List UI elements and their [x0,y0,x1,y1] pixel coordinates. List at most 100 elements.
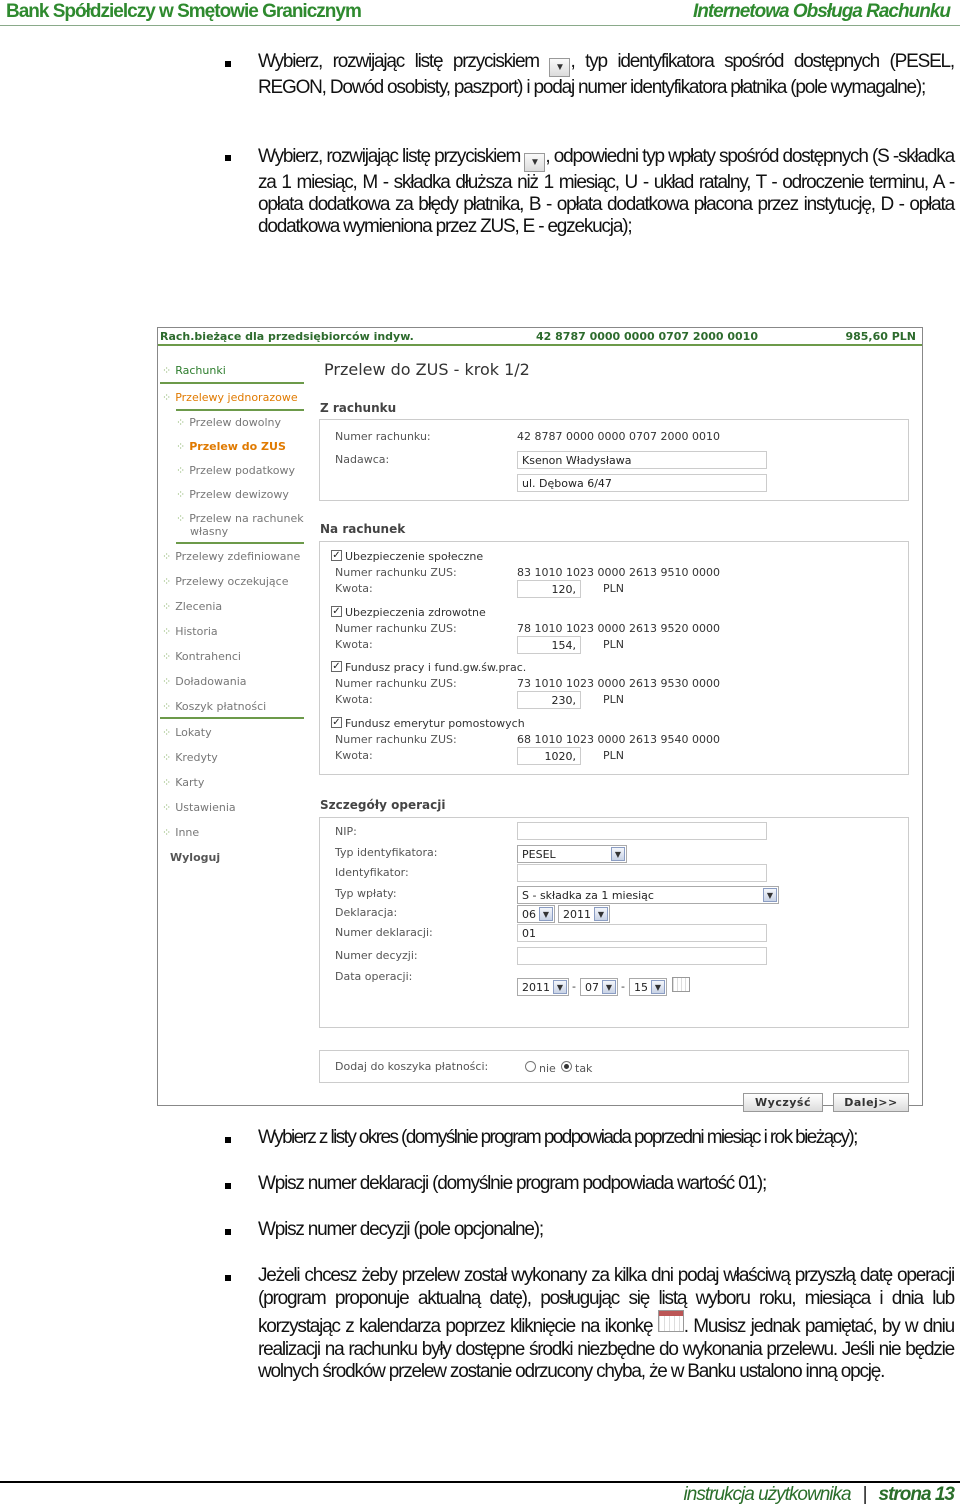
declaration-label: Deklaracja: [335,906,398,919]
item-1-amount-field[interactable]: 120, [517,580,581,598]
arrow-icon: ⁘ [176,488,186,501]
zus-account-label: Numer rachunku ZUS: [335,677,457,690]
app-screenshot: Rach.bieżące dla przedsiębiorców indyw. … [157,327,923,1112]
amount-label: Kwota: [335,749,373,762]
dropdown-arrow-icon: ▼ [524,153,546,172]
nav-przelew-wlasny-line2[interactable]: własny [190,525,228,538]
item-3-account: 73 1010 1023 0000 2613 9530 0000 [517,677,720,690]
declaration-year-select[interactable]: 2011 ▼ [558,905,610,923]
nav-zlecenia[interactable]: ⁘ Zlecenia [162,600,222,613]
chevron-down-icon: ▼ [651,980,665,994]
date-month-select[interactable]: 07 ▼ [580,978,618,996]
bullet [225,1137,231,1143]
arrow-icon: ⁘ [162,625,172,638]
declaration-number-label: Numer deklaracji: [335,926,433,939]
section-from: Z rachunku [320,401,397,415]
clear-button[interactable]: Wyczyść [743,1093,823,1112]
nav-przelewy-jednorazowe[interactable]: ⁘ Przelewy jednorazowe [162,391,298,404]
declaration-month-select[interactable]: 06 ▼ [517,905,555,923]
nav-kredyty[interactable]: ⁘ Kredyty [162,751,218,764]
page-header: Bank Spółdzielczy w Smętowie Granicznym … [0,0,960,26]
arrow-icon: ⁘ [162,600,172,613]
basket-yes-radio[interactable] [561,1061,572,1072]
basket-no-radio[interactable] [525,1061,536,1072]
nav-historia[interactable]: ⁘ Historia [162,625,218,638]
nav-zdefiniowane[interactable]: ⁘ Przelewy zdefiniowane [162,550,300,563]
declaration-number-field[interactable]: 01 [517,924,767,942]
sender-label: Nadawca: [335,453,390,466]
decision-number-label: Numer decyzji: [335,949,418,962]
bullet-period: Wybierz z listy okres (domyślnie program… [258,1127,858,1148]
calendar-icon[interactable] [672,977,690,992]
nav-ustawienia[interactable]: ⁘ Ustawienia [162,801,236,814]
nav-koszyk[interactable]: ⁘ Koszyk płatności [162,700,266,713]
nav-przelew-podatkowy[interactable]: ⁘ Przelew podatkowy [176,464,295,477]
arrow-icon: ⁘ [176,464,186,477]
account-name: Rach.bieżące dla przedsiębiorców indyw. [160,330,414,343]
arrow-icon: ⁘ [162,364,172,377]
nip-label: NIP: [335,825,357,838]
checkbox-item-1[interactable]: ✓ [331,550,342,561]
page-number: strona 13 [878,1484,955,1505]
decision-number-field[interactable] [517,947,767,965]
nav-oczekujace[interactable]: ⁘ Przelewy oczekujące [162,575,288,588]
nav-przelew-zus[interactable]: ⁘ Przelew do ZUS [176,440,286,453]
nav-kontrahenci[interactable]: ⁘ Kontrahenci [162,650,241,663]
currency: PLN [603,749,624,762]
date-day-select[interactable]: 15 ▼ [629,978,667,996]
item-3-amount-field[interactable]: 230, [517,691,581,709]
arrow-icon: ⁘ [162,826,172,839]
sender-name-field[interactable]: Ksenon Władysława [517,451,767,469]
nav-doladowania[interactable]: ⁘ Doładowania [162,675,247,688]
identifier-field[interactable] [517,864,767,882]
arrow-icon: ⁘ [162,751,172,764]
arrow-icon: ⁘ [162,700,172,713]
chevron-down-icon: ▼ [539,907,553,921]
next-button[interactable]: Dalej>> [833,1093,909,1112]
zus-account-label: Numer rachunku ZUS: [335,733,457,746]
date-dash: - [621,980,625,993]
checkbox-item-3[interactable]: ✓ [331,661,342,672]
nav-lokaty[interactable]: ⁘ Lokaty [162,726,212,739]
from-account-value: 42 8787 0000 0000 0707 2000 0010 [517,430,720,443]
checkbox-item-2[interactable]: ✓ [331,606,342,617]
nav-karty[interactable]: ⁘ Karty [162,776,204,789]
footer-rule [0,1481,960,1483]
arrow-icon: ⁘ [176,512,186,525]
id-type-select[interactable]: PESEL ▼ [517,845,627,863]
nip-field[interactable] [517,822,767,840]
main-panel: Przelew do ZUS - krok 1/2 Z rachunku Num… [308,348,922,1112]
sender-address-field[interactable]: ul. Dębowa 6/47 [517,474,767,492]
id-type-label: Typ identyfikatora: [335,846,438,859]
divider [160,717,304,719]
item-4-amount-field[interactable]: 1020, [517,747,581,765]
chevron-down-icon: ▼ [553,980,567,994]
from-box: Numer rachunku: 42 8787 0000 0000 0707 2… [319,419,909,501]
from-account-label: Numer rachunku: [335,430,431,443]
chevron-down-icon: ▼ [611,847,625,861]
date-dash: - [572,980,576,993]
nav-przelew-dewizowy[interactable]: ⁘ Przelew dewizowy [176,488,289,501]
document-title: Internetowa Obsługa Rachunku [692,1,951,22]
dropdown-arrow-icon: ▼ [549,58,571,77]
basket-box: Dodaj do koszyka płatności: nie tak [319,1050,909,1083]
divider [176,542,304,544]
logout-link[interactable]: Wyloguj [170,851,220,864]
footer: instrukcja użytkownika | strona 13 [684,1484,955,1506]
item-2-name: Ubezpieczenia zdrowotne [345,606,486,619]
nav-rachunki[interactable]: ⁘ Rachunki [162,364,226,377]
nav-przelew-wlasny[interactable]: ⁘ Przelew na rachunek [176,512,304,525]
item-2-amount-field[interactable]: 154, [517,636,581,654]
item-1-name: Ubezpieczenie społeczne [345,550,484,563]
payment-type-select[interactable]: S - składka za 1 miesiąc ▼ [517,886,779,904]
account-balance: 985,60 PLN [845,330,916,343]
account-number: 42 8787 0000 0000 0707 2000 0010 [536,330,758,343]
nav-przelew-dowolny[interactable]: ⁘ Przelew dowolny [176,416,281,429]
details-box: NIP: Typ identyfikatora: PESEL ▼ Identyfi… [319,817,909,1028]
checkbox-item-4[interactable]: ✓ [331,717,342,728]
arrow-icon: ⁘ [176,416,186,429]
section-to: Na rachunek [320,522,406,536]
date-year-select[interactable]: 2011 ▼ [517,978,569,996]
account-bar: Rach.bieżące dla przedsiębiorców indyw. … [158,328,922,346]
nav-inne[interactable]: ⁘ Inne [162,826,199,839]
